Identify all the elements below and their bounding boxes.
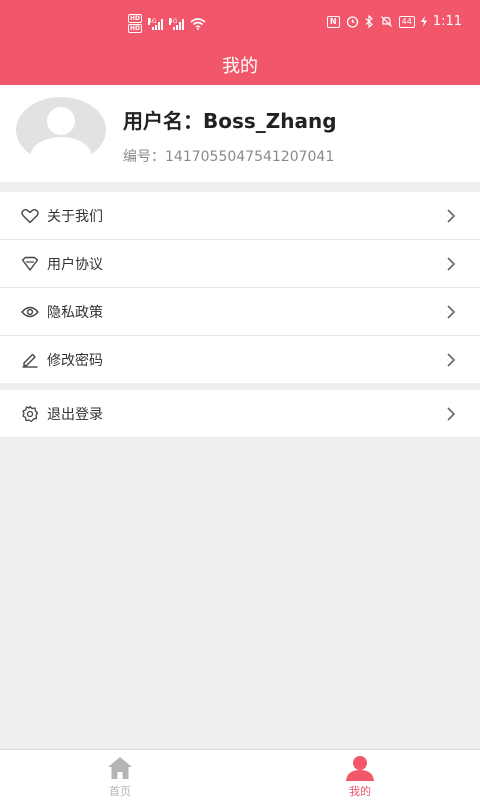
hd-badge: HD — [128, 14, 143, 23]
menu-group-logout: 退出登录 — [0, 390, 480, 437]
settings-icon — [21, 405, 39, 423]
battery-indicator: 44 — [398, 15, 415, 28]
bluetooth-icon — [365, 15, 373, 28]
bottom-nav: 首页 我的 — [0, 749, 480, 801]
menu-item-label: 隐私政策 — [47, 304, 103, 321]
nfc-icon: N — [326, 15, 340, 28]
menu-item-privacy-policy[interactable]: 隐私政策 — [0, 288, 480, 336]
chevron-right-icon — [447, 208, 456, 223]
avatar[interactable] — [16, 97, 106, 163]
page-title: 我的 — [222, 56, 258, 77]
eye-icon — [21, 303, 39, 321]
signal-icon: 4G — [148, 17, 164, 30]
menu-item-user-agreement[interactable]: 用户协议 — [0, 240, 480, 288]
wifi-icon — [190, 17, 206, 30]
profile-card: 用户名：Boss_Zhang 编号：1417055047541207041 — [0, 85, 480, 182]
menu-item-label: 用户协议 — [47, 256, 103, 273]
menu-item-logout[interactable]: 退出登录 — [0, 390, 480, 437]
status-left: HD HD 4G 4G — [128, 14, 206, 33]
hd-indicators: HD HD — [128, 14, 143, 33]
menu-item-label: 修改密码 — [47, 352, 103, 369]
status-right: N 44 1:11 — [326, 14, 462, 29]
status-time: 1:11 — [432, 14, 462, 29]
menu-item-change-password[interactable]: 修改密码 — [0, 336, 480, 383]
menu-group-main: 关于我们 用户协议 隐私政策 修改密码 — [0, 192, 480, 383]
network-type: 4G — [148, 17, 157, 25]
chevron-right-icon — [447, 304, 456, 319]
hd-badge: HD — [128, 24, 143, 33]
chevron-right-icon — [447, 352, 456, 367]
menu-item-about[interactable]: 关于我们 — [0, 192, 480, 240]
tab-home[interactable]: 首页 — [0, 750, 240, 801]
tab-mine[interactable]: 我的 — [240, 750, 480, 801]
menu-item-label: 关于我们 — [47, 208, 103, 225]
network-type: 4G — [169, 17, 178, 25]
edit-icon — [21, 351, 39, 369]
charging-icon — [420, 16, 427, 27]
username: 用户名：Boss_Zhang — [123, 109, 337, 133]
menu-item-label: 退出登录 — [47, 406, 103, 423]
diamond-icon — [21, 255, 39, 273]
user-id: 编号：1417055047541207041 — [123, 149, 335, 165]
signal-icon: 4G — [169, 17, 185, 30]
mute-bell-icon — [380, 16, 392, 27]
heart-icon — [21, 207, 39, 225]
tab-label: 首页 — [109, 785, 131, 798]
chevron-right-icon — [447, 256, 456, 271]
status-bar: HD HD 4G 4G N 44 1:11 — [0, 0, 480, 48]
user-icon — [346, 756, 374, 781]
alarm-icon — [346, 16, 358, 28]
home-icon — [108, 757, 132, 779]
tab-label: 我的 — [349, 785, 371, 798]
app-header: HD HD 4G 4G N 44 1:11 我的 — [0, 0, 480, 85]
chevron-right-icon — [447, 406, 456, 421]
